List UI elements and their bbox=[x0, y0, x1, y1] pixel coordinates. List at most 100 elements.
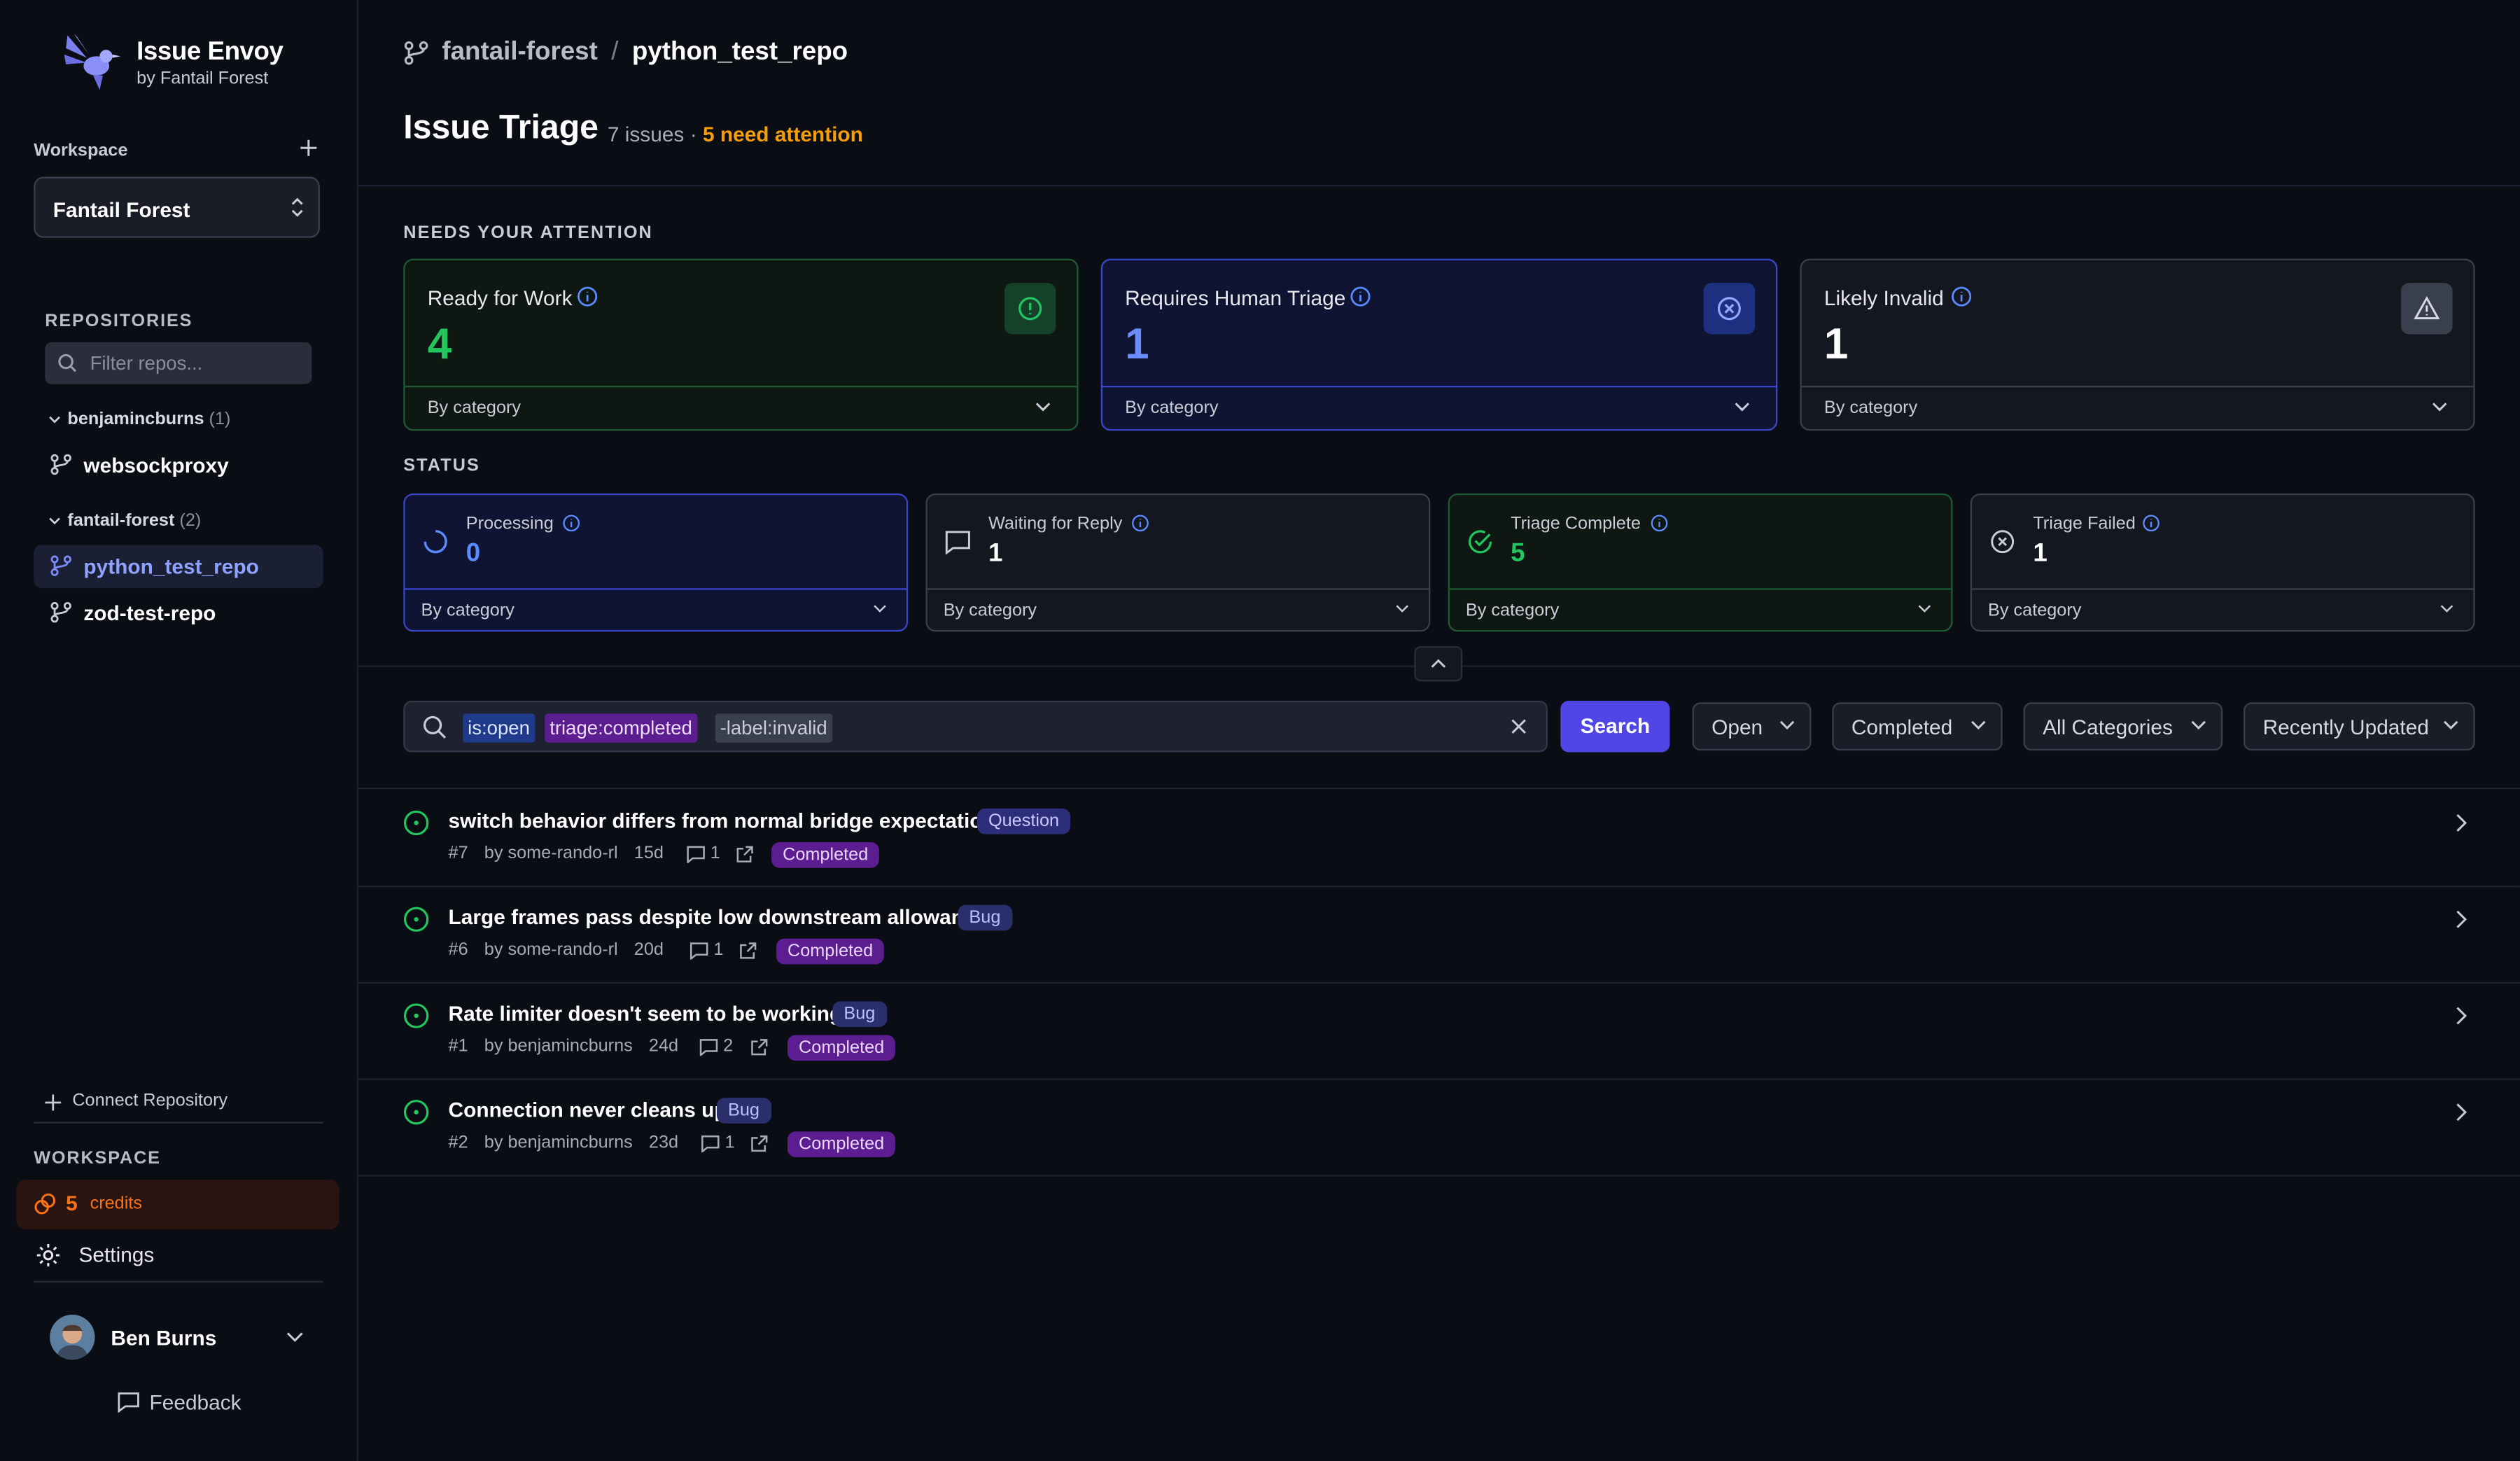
card-footer[interactable]: By category bbox=[1102, 386, 1776, 429]
comment-icon bbox=[687, 846, 705, 863]
issue-number: #2 bbox=[448, 1133, 468, 1153]
issue-author: by benjamincburns bbox=[484, 1036, 633, 1056]
card-title: Triage Complete bbox=[1511, 514, 1641, 534]
card-footer[interactable]: By category bbox=[405, 588, 906, 630]
by-category-label: By category bbox=[1823, 398, 1918, 418]
repo-group-benjamincburns[interactable]: benjamincburns (1) bbox=[67, 410, 230, 429]
card-footer[interactable]: By category bbox=[1972, 588, 2474, 630]
requires-human-triage-card[interactable]: Requires Human Triage 1 By category bbox=[1100, 258, 1778, 431]
divider bbox=[34, 1280, 323, 1283]
comment-icon bbox=[699, 1039, 718, 1056]
waiting-for-reply-card[interactable]: Waiting for Reply 1 By category bbox=[925, 493, 1431, 632]
info-icon[interactable] bbox=[1131, 515, 1149, 532]
chevron-down-icon bbox=[1396, 605, 1408, 613]
workspace-select-value: Fantail Forest bbox=[52, 197, 190, 222]
info-icon[interactable] bbox=[577, 286, 598, 307]
chevron-up-icon bbox=[1431, 659, 1446, 668]
brand-name: Issue Envoy bbox=[136, 39, 284, 67]
issue-row[interactable]: Connection never cleans up Bug #2 by ben… bbox=[358, 1079, 2520, 1177]
likely-invalid-card[interactable]: Likely Invalid 1 By category bbox=[1800, 258, 2475, 431]
credits-count: 5 bbox=[66, 1191, 78, 1215]
page-title: Issue Triage bbox=[403, 109, 599, 146]
info-icon[interactable] bbox=[1350, 286, 1371, 307]
issue-number: #6 bbox=[448, 940, 468, 960]
external-link-icon[interactable] bbox=[750, 1135, 768, 1152]
ready-for-work-card[interactable]: Ready for Work 4 By category bbox=[403, 258, 1079, 431]
card-value: 1 bbox=[1125, 319, 1149, 368]
alert-circle-icon bbox=[1004, 283, 1056, 335]
search-icon bbox=[58, 354, 76, 372]
breadcrumb-org[interactable]: fantail-forest bbox=[442, 39, 597, 66]
issue-count: 7 issues bbox=[607, 122, 685, 146]
x-circle-icon bbox=[1991, 530, 2015, 554]
issue-age: 24d bbox=[648, 1036, 679, 1056]
triage-failed-card[interactable]: Triage Failed 1 By category bbox=[1970, 493, 2475, 632]
user-name[interactable]: Ben Burns bbox=[111, 1326, 216, 1350]
triage-complete-card[interactable]: Triage Complete 5 By category bbox=[1448, 493, 1953, 632]
category-filter-dropdown[interactable]: All Categories bbox=[2023, 702, 2223, 751]
info-icon[interactable] bbox=[563, 515, 580, 532]
issue-row[interactable]: Rate limiter doesn't seem to be working.… bbox=[358, 982, 2520, 1080]
state-filter-dropdown[interactable]: Open bbox=[1692, 702, 1812, 751]
card-footer[interactable]: By category bbox=[1449, 588, 1952, 630]
by-category-label: By category bbox=[943, 601, 1037, 621]
card-footer[interactable]: By category bbox=[1801, 386, 2474, 429]
sidebar-repo-zod-test-repo[interactable]: zod-test-repo bbox=[83, 601, 216, 625]
by-category-label: By category bbox=[1465, 601, 1560, 621]
sidebar-repo-websockproxy[interactable]: websockproxy bbox=[83, 453, 228, 477]
external-link-icon[interactable] bbox=[739, 942, 757, 959]
issue-row[interactable]: switch behavior differs from normal brid… bbox=[358, 789, 2520, 888]
issue-title[interactable]: Rate limiter doesn't seem to be working. bbox=[449, 1001, 848, 1025]
card-footer[interactable]: By category bbox=[927, 588, 1429, 630]
chevron-down-icon[interactable] bbox=[286, 1331, 304, 1343]
issue-title[interactable]: switch behavior differs from normal brid… bbox=[449, 809, 1007, 832]
filter-repos-input[interactable]: Filter repos... bbox=[45, 342, 312, 384]
issue-row[interactable]: Large frames pass despite low downstream… bbox=[358, 886, 2520, 984]
breadcrumb: fantail-forest / python_test_repo bbox=[442, 39, 848, 67]
plus-icon bbox=[45, 1094, 62, 1111]
external-link-icon[interactable] bbox=[736, 846, 754, 863]
external-link-icon[interactable] bbox=[750, 1038, 768, 1056]
label-badge: Bug bbox=[832, 1001, 887, 1028]
card-footer[interactable]: By category bbox=[405, 386, 1077, 429]
add-workspace-icon[interactable] bbox=[299, 138, 318, 158]
sort-dropdown[interactable]: Recently Updated bbox=[2244, 702, 2475, 751]
triage-filter-dropdown[interactable]: Completed bbox=[1832, 702, 2003, 751]
chevron-down-icon[interactable] bbox=[48, 413, 61, 426]
by-category-label: By category bbox=[421, 601, 514, 621]
chevron-down-icon[interactable] bbox=[48, 515, 61, 527]
issue-author: by benjamincburns bbox=[484, 1133, 633, 1153]
sidebar-repo-label: python_test_repo bbox=[83, 554, 259, 579]
issue-open-icon bbox=[403, 810, 429, 836]
breadcrumb-repo: python_test_repo bbox=[631, 39, 848, 67]
repositories-label: REPOSITORIES bbox=[45, 312, 193, 331]
clear-icon[interactable] bbox=[1511, 718, 1527, 734]
repo-group-fantail-forest[interactable]: fantail-forest (2) bbox=[67, 511, 201, 531]
chevron-right-icon bbox=[2456, 813, 2468, 832]
search-button[interactable]: Search bbox=[1560, 701, 1670, 753]
search-icon bbox=[423, 715, 447, 739]
credits-badge[interactable]: 5 credits bbox=[15, 1180, 340, 1230]
issue-number: #1 bbox=[448, 1036, 468, 1056]
status-badge: Completed bbox=[776, 938, 885, 965]
processing-card[interactable]: Processing 0 By category bbox=[403, 493, 909, 632]
issue-title[interactable]: Connection never cleans up bbox=[449, 1098, 727, 1121]
git-branch-icon bbox=[50, 601, 72, 624]
dropdown-value: Open bbox=[1712, 715, 1763, 740]
chevron-down-icon bbox=[874, 605, 886, 613]
info-icon[interactable] bbox=[1651, 515, 1668, 532]
comment-count: 1 bbox=[724, 1133, 735, 1153]
dropdown-value: Recently Updated bbox=[2262, 715, 2429, 740]
git-branch-icon bbox=[50, 554, 72, 577]
collapse-button[interactable] bbox=[1414, 645, 1463, 682]
info-icon[interactable] bbox=[2142, 515, 2160, 532]
search-input[interactable]: is:open triage:completed -label:invalid bbox=[403, 701, 1548, 753]
avatar[interactable] bbox=[50, 1315, 95, 1360]
workspace-select[interactable]: Fantail Forest bbox=[34, 176, 320, 238]
dropdown-value: Completed bbox=[1851, 715, 1953, 740]
comment-count: 1 bbox=[713, 940, 724, 960]
info-icon[interactable] bbox=[1951, 286, 1972, 307]
main-content: fantail-forest / python_test_repo Issue … bbox=[358, 0, 2520, 1461]
issue-title[interactable]: Large frames pass despite low downstream… bbox=[449, 905, 988, 929]
chevron-right-icon bbox=[2456, 1103, 2468, 1121]
